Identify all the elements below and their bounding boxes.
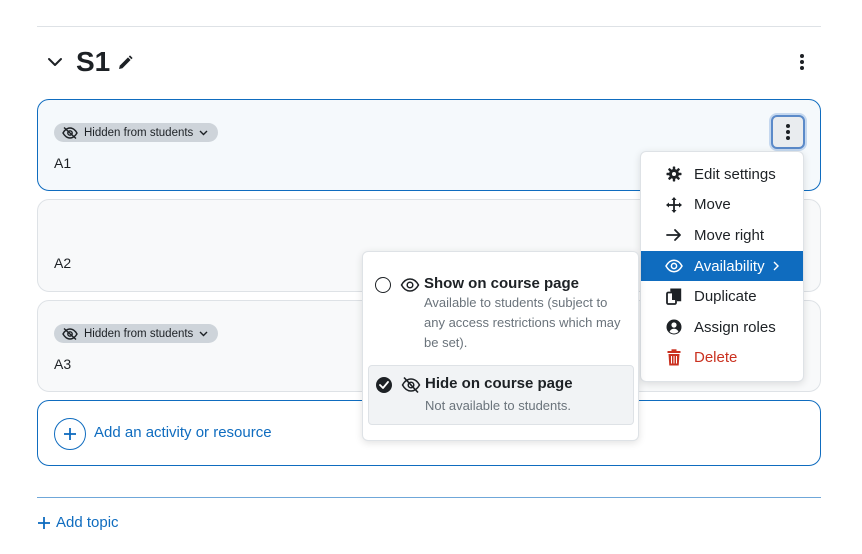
menu-item-label: Duplicate — [694, 288, 757, 306]
copy-icon — [665, 288, 683, 306]
menu-item-assign-roles[interactable]: Assign roles — [641, 312, 803, 343]
menu-item-label: Assign roles — [694, 318, 776, 336]
option-description: Available to students (subject to any ac… — [424, 295, 621, 350]
activity-actions-kebab-icon[interactable] — [771, 115, 805, 149]
option-title: Hide on course page — [425, 375, 573, 392]
badge-label: Hidden from students — [84, 126, 194, 139]
activity-name[interactable]: A2 — [54, 255, 71, 271]
radio-unchecked-icon[interactable] — [375, 277, 391, 293]
section-actions-kebab-icon[interactable] — [787, 47, 817, 77]
bottom-divider — [37, 497, 821, 498]
chevron-right-icon — [773, 258, 779, 275]
visibility-badge[interactable]: Hidden from students — [54, 324, 219, 343]
eye-slash-icon — [62, 327, 78, 340]
chevron-down-icon — [199, 331, 208, 336]
section-header: S1 — [37, 40, 821, 84]
menu-item-move-right[interactable]: Move right — [641, 220, 803, 251]
trash-icon — [665, 349, 683, 367]
add-topic-link[interactable]: Add topic — [38, 514, 119, 531]
menu-item-duplicate[interactable]: Duplicate — [641, 281, 803, 312]
eye-icon — [400, 276, 420, 294]
pencil-icon[interactable] — [116, 54, 134, 72]
menu-item-label: Move right — [694, 226, 765, 244]
gear-icon — [665, 165, 683, 183]
plus-circle-icon — [54, 418, 86, 450]
section-title: S1 — [76, 46, 111, 77]
menu-item-label: Availability — [694, 257, 765, 275]
option-description: Not available to students. — [425, 398, 571, 413]
option-show-on-course-page[interactable]: Show on course page Available to student… — [368, 267, 634, 359]
activity-name[interactable]: A1 — [54, 155, 71, 171]
option-hide-on-course-page[interactable]: Hide on course page Not available to stu… — [368, 365, 634, 425]
eye-slash-icon — [62, 126, 78, 139]
add-activity-label: Add an activity or resource — [94, 424, 272, 441]
menu-item-label: Delete — [694, 349, 738, 367]
move-arrows-icon — [665, 196, 683, 214]
visibility-badge[interactable]: Hidden from students — [54, 123, 219, 142]
menu-item-delete[interactable]: Delete — [641, 343, 803, 374]
user-circle-icon — [665, 318, 683, 336]
add-topic-label: Add topic — [56, 514, 119, 531]
option-title: Show on course page — [424, 275, 580, 292]
menu-item-edit-settings[interactable]: Edit settings — [641, 159, 803, 190]
plus-icon — [38, 516, 50, 529]
activity-action-menu: Edit settings Move Move right Availabili… — [640, 151, 804, 382]
arrow-right-icon — [665, 226, 683, 244]
chevron-down-icon[interactable] — [45, 52, 65, 72]
eye-slash-icon — [401, 376, 421, 394]
eye-icon — [665, 257, 683, 275]
chevron-down-icon — [199, 130, 208, 135]
top-divider — [37, 26, 821, 27]
radio-checked-icon[interactable] — [376, 377, 392, 393]
menu-item-label: Edit settings — [694, 165, 776, 183]
availability-submenu: Show on course page Available to student… — [362, 251, 639, 441]
badge-label: Hidden from students — [84, 327, 194, 340]
menu-item-label: Move — [694, 196, 731, 214]
menu-item-availability[interactable]: Availability — [641, 250, 803, 282]
menu-item-move[interactable]: Move — [641, 190, 803, 221]
activity-name[interactable]: A3 — [54, 356, 71, 372]
